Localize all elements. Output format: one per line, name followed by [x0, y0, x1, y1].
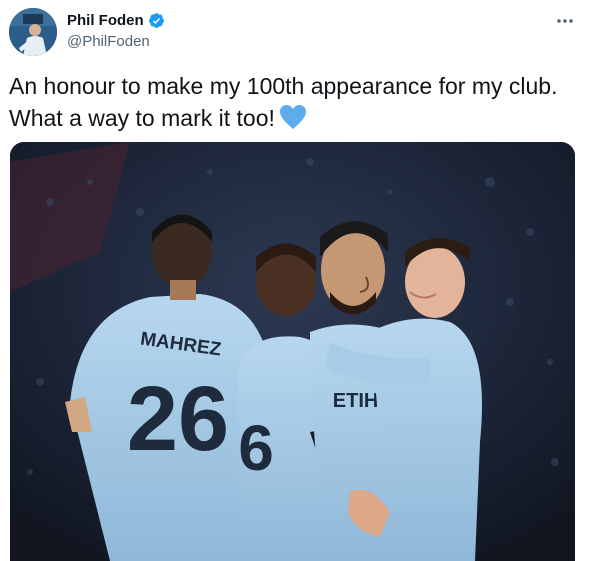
author-handle[interactable]: @PhilFoden — [67, 33, 150, 50]
verified-badge-icon — [148, 13, 164, 28]
blue-heart-icon — [279, 105, 306, 129]
tweet-media-photo[interactable]: MAHREZ 26 6 ETIHAD — [10, 142, 575, 561]
more-options-button[interactable] — [554, 10, 576, 32]
author-avatar[interactable] — [9, 8, 57, 56]
more-dots-icon — [557, 19, 573, 23]
author-name-row: Phil Foden — [67, 12, 165, 29]
tweet-text-line1: An honour to make my 100th appearance fo… — [9, 73, 558, 99]
author-display-name[interactable]: Phil Foden — [67, 12, 144, 29]
jersey-number-text: 26 — [127, 368, 229, 470]
tweet-card: Phil Foden @PhilFoden An honour to make … — [0, 0, 592, 561]
avatar-photo-icon — [9, 8, 57, 56]
celebration-photo: MAHREZ 26 6 ETIHAD — [10, 142, 575, 561]
tweet-text-line2: What a way to mark it too! — [9, 105, 275, 131]
tweet-text: An honour to make my 100th appearance fo… — [9, 70, 579, 134]
second-number-text: 6 — [238, 412, 274, 484]
